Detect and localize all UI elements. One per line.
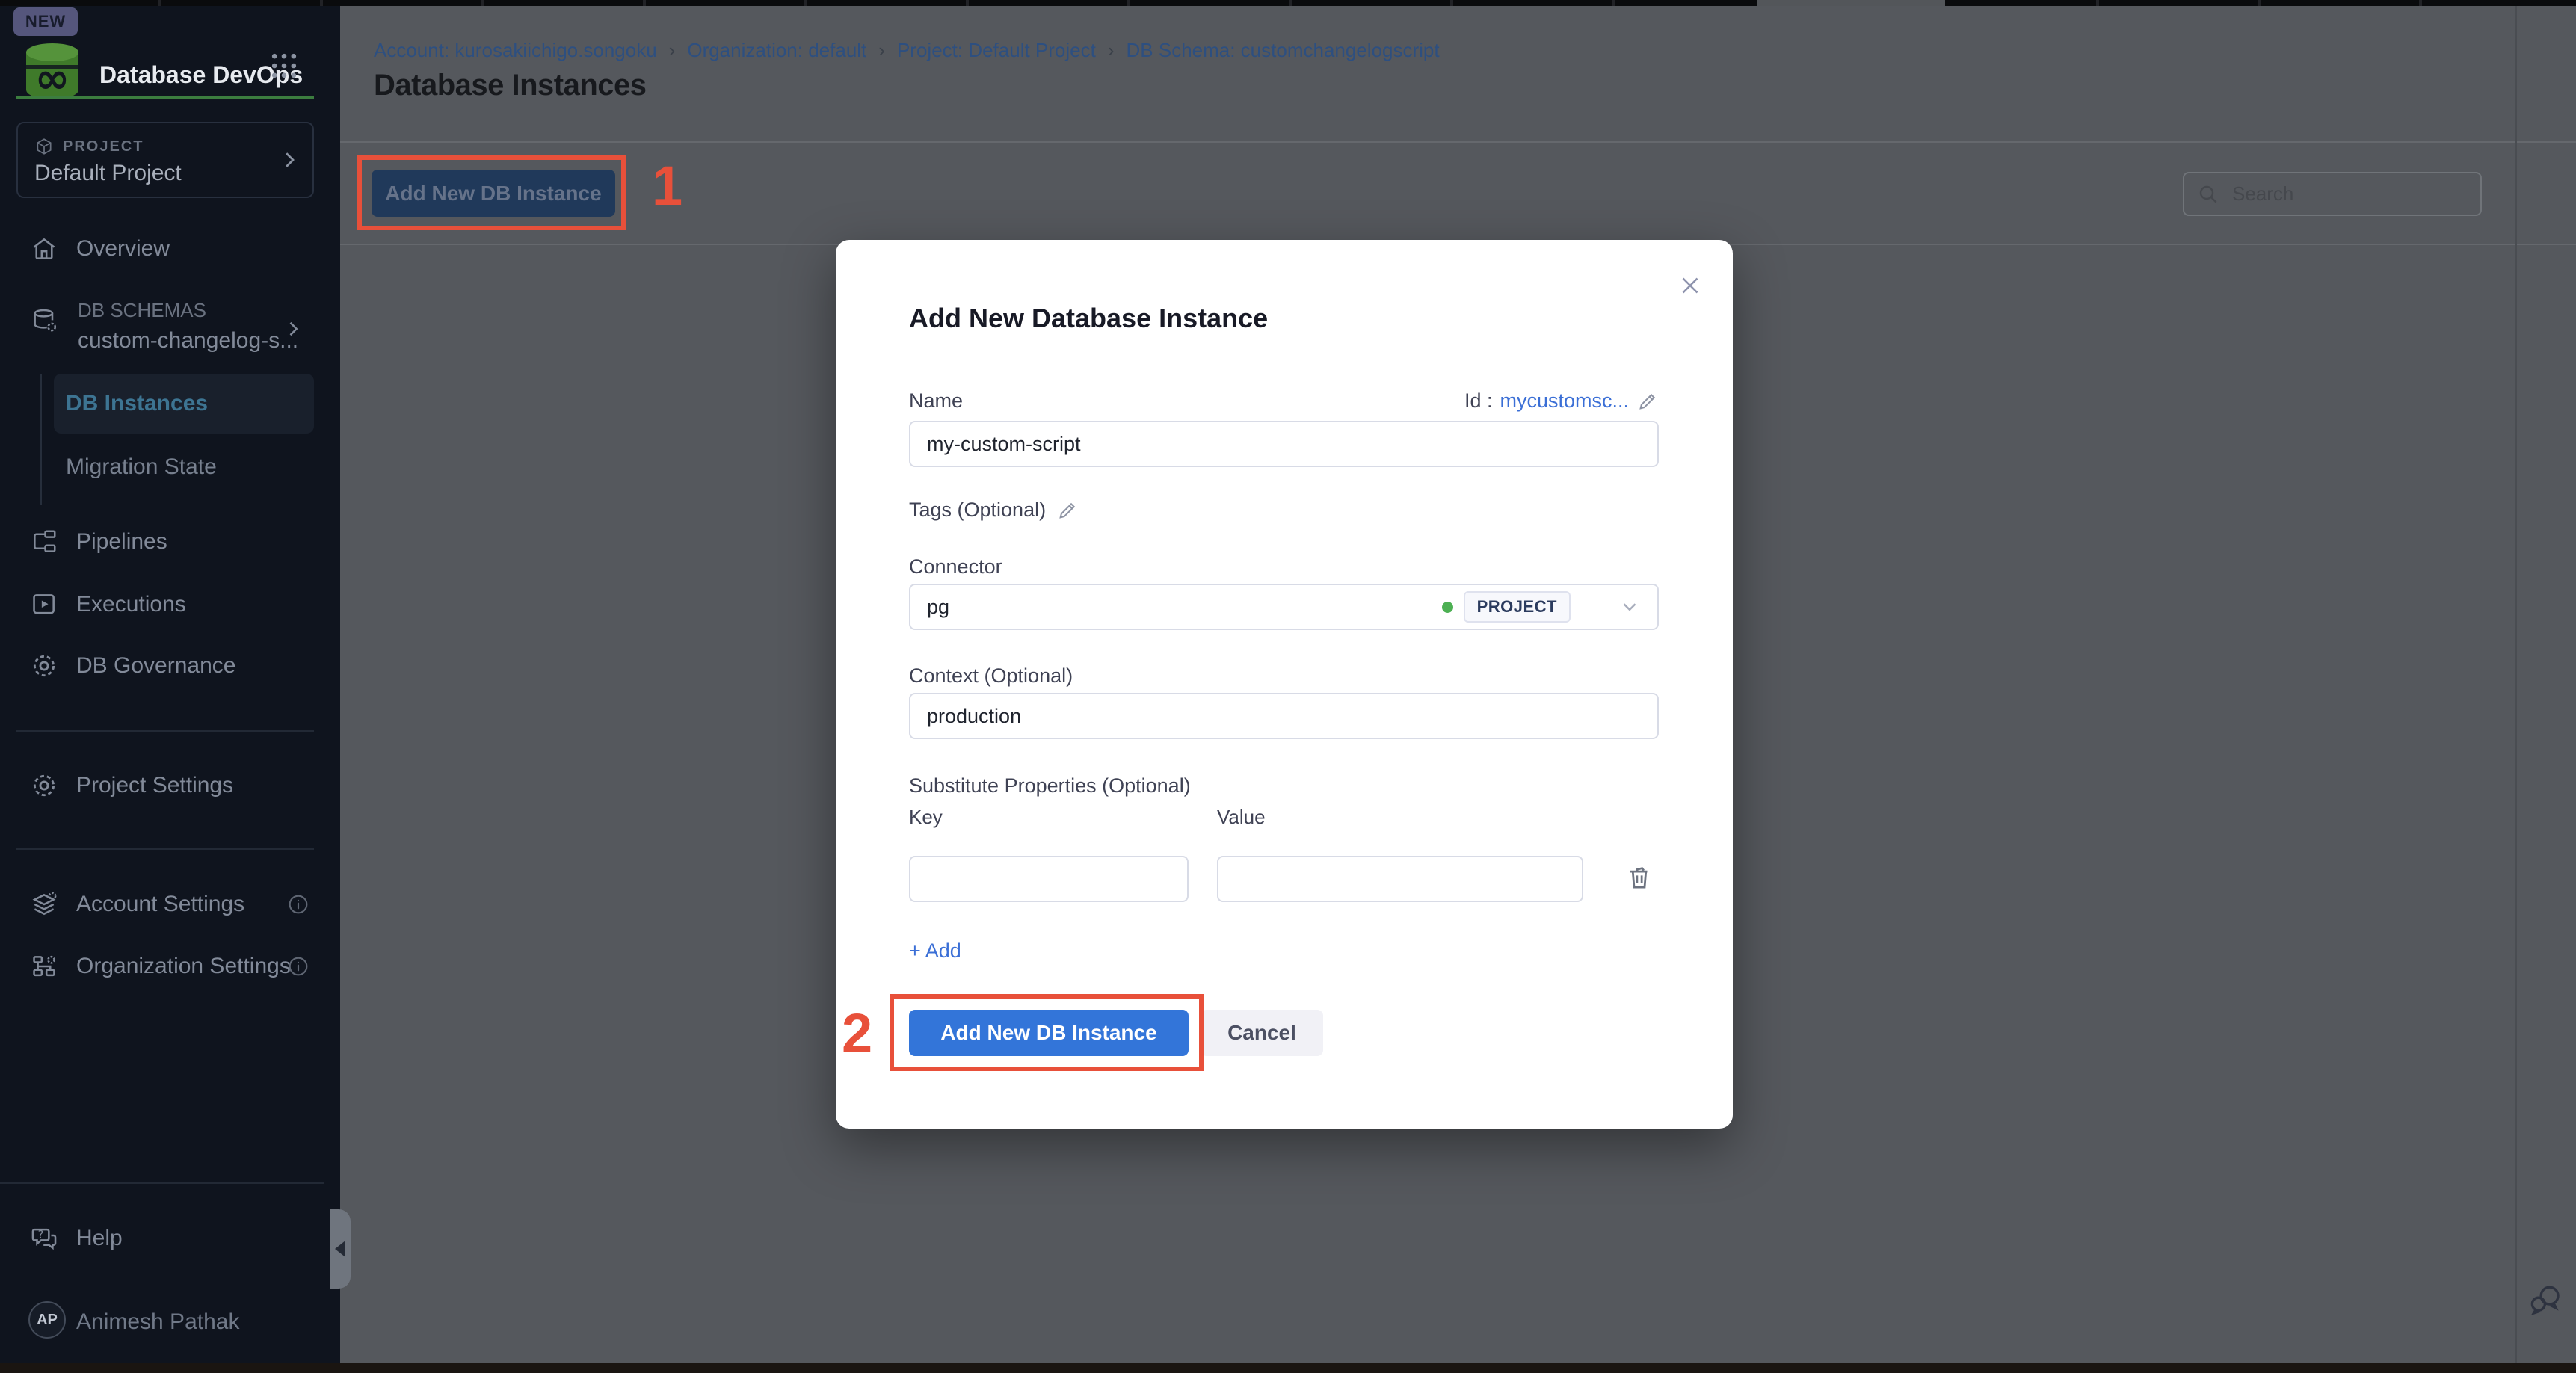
sidebar: NEW ∞ Database DevOps (0, 6, 340, 1364)
annotation-step1-number: 1 (652, 158, 682, 214)
cancel-button[interactable]: Cancel (1201, 1010, 1323, 1056)
chevron-right-icon (278, 149, 301, 171)
annotation-step2-number: 2 (842, 1006, 872, 1061)
substitute-key-input[interactable] (909, 856, 1189, 902)
sidebar-item-account-settings[interactable]: Account Settings (30, 890, 244, 919)
annotation-box-step2 (890, 994, 1204, 1071)
scrollbar-track[interactable] (2515, 6, 2517, 1363)
substitute-properties-label: Substitute Properties (Optional) (909, 774, 1191, 797)
connector-scope-badge: PROJECT (1464, 591, 1571, 623)
breadcrumb-separator: › (669, 39, 676, 62)
delete-row-button[interactable] (1624, 862, 1655, 893)
svg-text:?: ? (38, 1229, 44, 1241)
collapse-arrow-icon (335, 1241, 345, 1257)
window-bottom-edge (0, 1363, 2576, 1373)
app-switcher-grid-icon[interactable] (268, 49, 301, 82)
sidebar-item-pipelines[interactable]: Pipelines (30, 528, 167, 556)
schema-name: custom-changelog-s... (78, 328, 298, 354)
sidebar-divider (0, 1182, 324, 1184)
value-label: Value (1217, 806, 1266, 829)
name-row: Name Id : mycustomsc... (909, 389, 1659, 413)
sidebar-item-db-instances[interactable]: DB Instances (54, 374, 314, 434)
help-chat-icon: ? (30, 1224, 58, 1253)
key-label: Key (909, 806, 943, 829)
status-dot (1442, 602, 1453, 613)
breadcrumb-separator: › (1108, 39, 1115, 62)
add-property-link[interactable]: + Add (909, 939, 961, 963)
context-input[interactable] (909, 693, 1659, 739)
breadcrumb-project[interactable]: Project: Default Project (897, 39, 1096, 62)
breadcrumb-separator: › (878, 39, 885, 62)
layers-gear-icon (30, 890, 58, 919)
gear-icon (30, 652, 58, 680)
sidebar-item-db-governance[interactable]: DB Governance (30, 652, 235, 680)
substitute-value-input[interactable] (1217, 856, 1583, 902)
breadcrumb-organization[interactable]: Organization: default (687, 39, 866, 62)
avatar[interactable]: AP (28, 1301, 66, 1339)
page-title: Database Instances (374, 69, 647, 102)
project-label: PROJECT (63, 138, 144, 155)
connector-select[interactable]: pg PROJECT (909, 584, 1659, 630)
project-name: Default Project (34, 161, 182, 186)
chevron-down-icon (1618, 596, 1641, 618)
project-selector[interactable]: PROJECT Default Project (16, 122, 314, 198)
sidebar-item-executions[interactable]: Executions (30, 590, 186, 619)
search-input[interactable] (2231, 182, 2484, 206)
search-box[interactable] (2183, 172, 2482, 216)
tags-row: Tags (Optional) (909, 499, 1079, 522)
project-cube-icon (34, 137, 54, 156)
trash-icon (1624, 862, 1655, 893)
info-icon[interactable] (286, 954, 310, 978)
executions-play-icon (30, 590, 58, 619)
app-screen: NEW ∞ Database DevOps (0, 0, 2576, 1373)
pipelines-icon (30, 528, 58, 556)
name-label: Name (909, 389, 963, 413)
connector-value: pg (927, 596, 949, 619)
close-icon[interactable] (1676, 271, 1704, 300)
search-icon (2196, 182, 2220, 206)
user-name[interactable]: Animesh Pathak (76, 1309, 239, 1335)
header-divider (340, 141, 2576, 143)
id-label: Id : (1464, 389, 1493, 413)
modal-title: Add New Database Instance (909, 303, 1268, 334)
breadcrumb: Account: kurosakiichigo.songoku › Organi… (374, 39, 1440, 62)
database-gear-icon (30, 306, 60, 354)
new-badge: NEW (13, 7, 78, 36)
edit-pencil-icon[interactable] (1636, 390, 1659, 413)
sidebar-item-organization-settings[interactable]: Organization Settings (30, 952, 291, 981)
breadcrumb-account[interactable]: Account: kurosakiichigo.songoku (374, 39, 657, 62)
id-value-link[interactable]: mycustomsc... (1500, 389, 1629, 413)
edit-pencil-icon[interactable] (1056, 499, 1079, 522)
sidebar-divider (16, 848, 314, 850)
gear-icon (30, 771, 58, 800)
tags-label: Tags (Optional) (909, 499, 1046, 522)
breadcrumb-db-schema[interactable]: DB Schema: customchangelogscript (1127, 39, 1440, 62)
browser-active-tab (1757, 0, 1945, 6)
sidebar-item-project-settings[interactable]: Project Settings (30, 771, 233, 800)
connector-label: Connector (909, 555, 1002, 578)
org-chart-gear-icon (30, 952, 58, 981)
brand-divider (16, 96, 314, 99)
sidebar-item-migration-state[interactable]: Migration State (66, 454, 217, 480)
schemas-section-label: DB SCHEMAS (78, 299, 298, 322)
sidebar-divider (16, 730, 314, 732)
home-icon (30, 235, 58, 263)
chevron-right-icon (283, 318, 303, 339)
sidebar-item-overview[interactable]: Overview (30, 235, 170, 263)
support-chat-icon[interactable] (2528, 1283, 2564, 1320)
sidebar-item-help[interactable]: ? Help (30, 1224, 123, 1253)
context-label: Context (Optional) (909, 664, 1073, 688)
name-input[interactable] (909, 421, 1659, 467)
annotation-box-step1 (357, 155, 626, 230)
sidebar-item-db-schemas[interactable]: DB SCHEMAS custom-changelog-s... (30, 299, 298, 354)
browser-tab-strip (0, 0, 2576, 6)
sidebar-collapse-handle[interactable] (330, 1209, 351, 1289)
info-icon[interactable] (286, 892, 310, 916)
subnav-indent-line (40, 374, 42, 505)
